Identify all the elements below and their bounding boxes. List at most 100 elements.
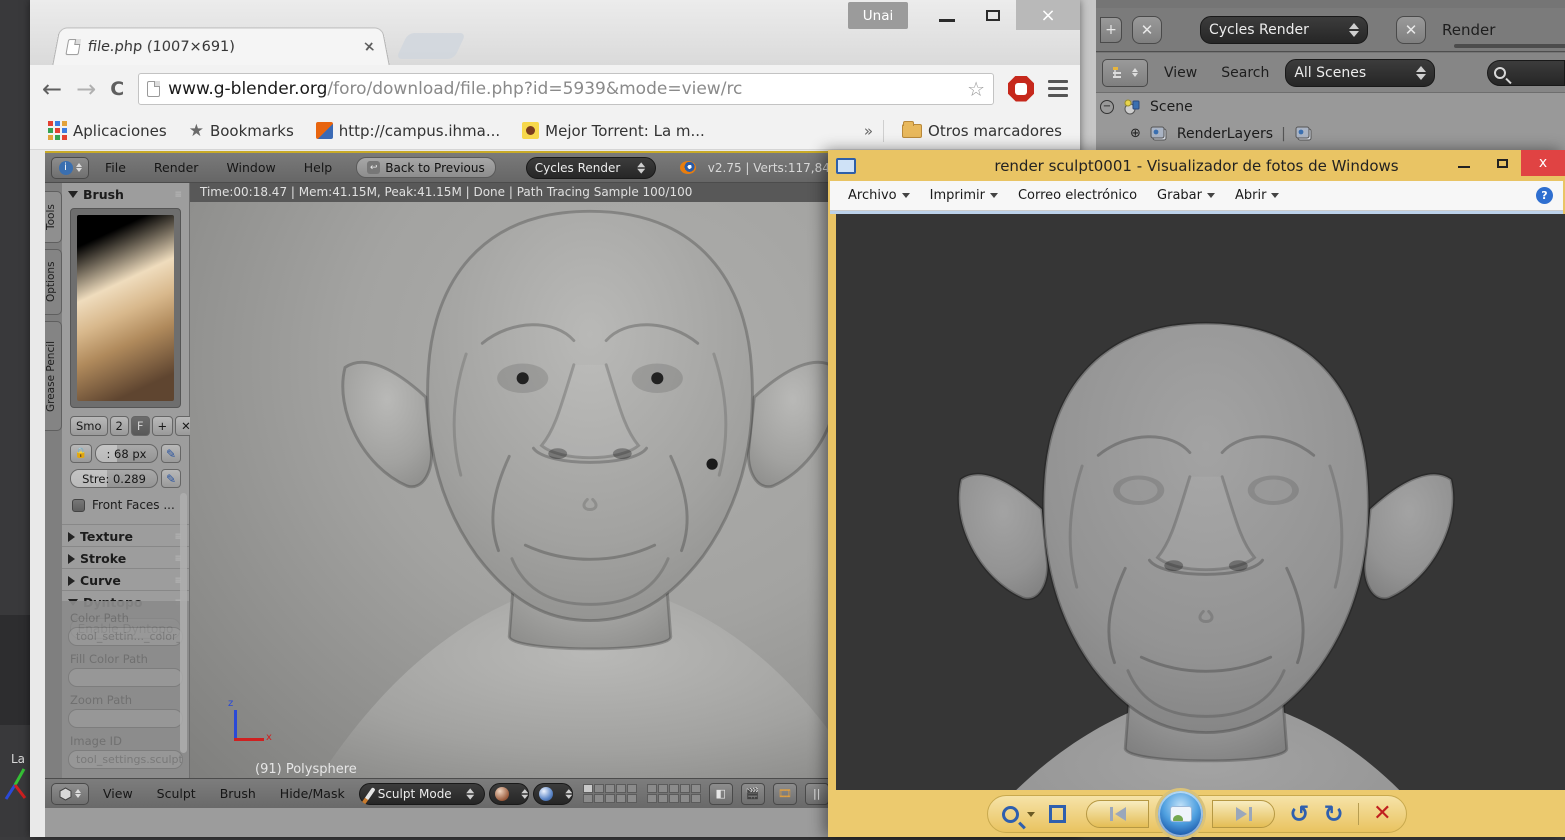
fit-to-window-button[interactable]: [1049, 805, 1067, 823]
forward-button[interactable]: →: [76, 77, 96, 101]
viewer-image-canvas: [836, 214, 1565, 790]
apps-grid-icon: [48, 121, 67, 140]
chrome-titlebar[interactable]: file.php (1007×691) × Unai ×: [30, 0, 1080, 65]
previous-button[interactable]: [1086, 800, 1149, 828]
menu-correo[interactable]: Correo electrónico: [1010, 188, 1145, 203]
search-icon: [1494, 67, 1506, 79]
tab-close-button[interactable]: ×: [362, 39, 377, 55]
expand-icon[interactable]: ⊕: [1130, 126, 1141, 141]
scene-icon: [1122, 99, 1142, 115]
dropdown-arrows-icon: [1341, 23, 1359, 37]
caret-down-icon: [990, 193, 998, 198]
magnifier-icon: [1002, 806, 1019, 823]
bookmark-torrent[interactable]: Mejor Torrent: La m...: [514, 122, 713, 140]
viewport-editor-button: [51, 783, 89, 805]
editor-type-button[interactable]: [1102, 59, 1148, 87]
maximize-button[interactable]: [970, 0, 1016, 30]
outliner-menu-search[interactable]: Search: [1213, 65, 1277, 81]
vp-menu-brush: Brush: [210, 786, 266, 801]
window-controls: ×: [924, 0, 1080, 30]
shot-menu-file: File: [93, 160, 138, 175]
dropdown-arrows-icon: [460, 788, 474, 799]
layout-delete-button[interactable]: ✕: [1132, 16, 1162, 44]
renderlayers-label[interactable]: RenderLayers: [1177, 126, 1273, 142]
viewer-menubar: Archivo Imprimir Correo electrónico Grab…: [830, 181, 1563, 211]
viewer-maximize-button[interactable]: [1483, 150, 1521, 176]
bookmarks-overflow-button[interactable]: »: [864, 122, 873, 140]
minimize-button[interactable]: [924, 0, 970, 30]
slideshow-button[interactable]: [1155, 788, 1206, 840]
delete-button[interactable]: ✕: [1373, 803, 1391, 825]
shot-menu-render: Render: [142, 160, 211, 175]
front-faces-checkbox: Front Faces ...: [62, 488, 189, 516]
viewer-close-button[interactable]: x: [1521, 150, 1565, 176]
layout-add-button[interactable]: +: [1100, 17, 1122, 43]
browser-toolbar: ← → C www.g-blender.org/foro/download/fi…: [30, 65, 1080, 112]
menu-grabar[interactable]: Grabar: [1149, 188, 1223, 203]
reload-button[interactable]: C: [110, 78, 124, 100]
object-axis-gizmo-icon: [2, 765, 28, 805]
shot-menu-window: Window: [214, 160, 287, 175]
bookmark-apps[interactable]: Aplicaciones: [40, 121, 175, 140]
outliner-tree: − Scene ⊕ RenderLayers |: [1096, 93, 1565, 150]
sculpt-mode-icon: [364, 787, 375, 801]
render-job-label: Render: [1442, 21, 1495, 39]
back-button[interactable]: ←: [42, 77, 62, 101]
scene-delete-button[interactable]: ✕: [1396, 16, 1426, 44]
tool-shelf-panel: Brush ≡ Smo 2 F + ✕ 🔒 :: [62, 183, 190, 808]
render-anim-icon: 🎞: [773, 783, 797, 805]
editor-switch-arrows-icon: [75, 789, 81, 798]
profile-button[interactable]: Unai: [848, 2, 908, 29]
outliner-icon: [1112, 66, 1128, 80]
scene-label[interactable]: Scene: [1150, 99, 1193, 115]
viewer-minimize-button[interactable]: [1445, 150, 1483, 176]
close-button[interactable]: ×: [1016, 0, 1080, 30]
render-engine-dropdown[interactable]: Cycles Render: [1200, 16, 1368, 44]
next-button[interactable]: [1212, 800, 1275, 828]
shading-dropdown: [533, 783, 573, 805]
outliner-row-scene[interactable]: − Scene: [1096, 93, 1565, 120]
new-tab-button[interactable]: [396, 33, 466, 59]
add-brush-button: +: [152, 416, 174, 436]
renderlayer-icon[interactable]: [1294, 125, 1314, 142]
chrome-menu-icon[interactable]: [1048, 80, 1068, 98]
address-bar[interactable]: www.g-blender.org/foro/download/file.php…: [138, 73, 994, 105]
rotate-ccw-button[interactable]: ↺: [1289, 802, 1309, 826]
vp-menu-view: View: [93, 786, 143, 801]
strength-pressure-icon: ✎: [161, 469, 181, 488]
zoom-button[interactable]: [1002, 806, 1035, 823]
browser-tab[interactable]: file.php (1007×691) ×: [52, 27, 389, 65]
editor-switch-arrows-icon: [76, 163, 82, 172]
outliner-search-field[interactable]: [1487, 60, 1565, 86]
lamp-label-partial: La: [11, 752, 25, 766]
bookmark-campus[interactable]: http://campus.ihma...: [308, 122, 508, 140]
viewport-axis-gizmo: zx: [222, 702, 262, 747]
outliner-scope-dropdown[interactable]: All Scenes: [1285, 59, 1435, 87]
divider: [883, 120, 884, 142]
menu-archivo[interactable]: Archivo: [840, 188, 918, 203]
outliner-row-renderlayers[interactable]: ⊕ RenderLayers |: [1096, 120, 1565, 147]
next-icon: [1236, 807, 1252, 821]
dropdown-arrows-icon: [559, 789, 572, 799]
fake-user-button: F: [131, 416, 150, 436]
menu-abrir[interactable]: Abrir: [1227, 188, 1287, 203]
photo-viewer-window: render sculpt0001 - Visualizador de foto…: [828, 150, 1565, 837]
caret-down-icon: [1207, 193, 1215, 198]
renderlayers-icon: [1149, 125, 1169, 142]
menu-imprimir[interactable]: Imprimir: [922, 188, 1006, 203]
screen-icon: ↩: [367, 161, 380, 174]
bookmark-bookmarks[interactable]: ★ Bookmarks: [181, 121, 302, 141]
image-id-field: tool_settings.sculpt.b...: [68, 750, 183, 769]
bookmark-star-icon[interactable]: ☆: [967, 77, 985, 101]
rotate-cw-button[interactable]: ↻: [1323, 802, 1343, 826]
blender-info-header: + ✕ Cycles Render ✕ Render: [1096, 8, 1565, 52]
collapse-icon[interactable]: −: [1100, 100, 1114, 114]
campus-favicon-icon: [316, 122, 333, 139]
outliner-menu-view[interactable]: View: [1156, 65, 1205, 81]
other-bookmarks-button[interactable]: Otros marcadores: [894, 122, 1070, 140]
help-button[interactable]: ?: [1536, 187, 1553, 204]
radius-slider: : 68 px: [95, 444, 158, 463]
viewer-titlebar[interactable]: render sculpt0001 - Visualizador de foto…: [828, 150, 1565, 181]
caret-down-icon: [1027, 812, 1035, 817]
adblock-stop-icon[interactable]: [1008, 76, 1034, 102]
